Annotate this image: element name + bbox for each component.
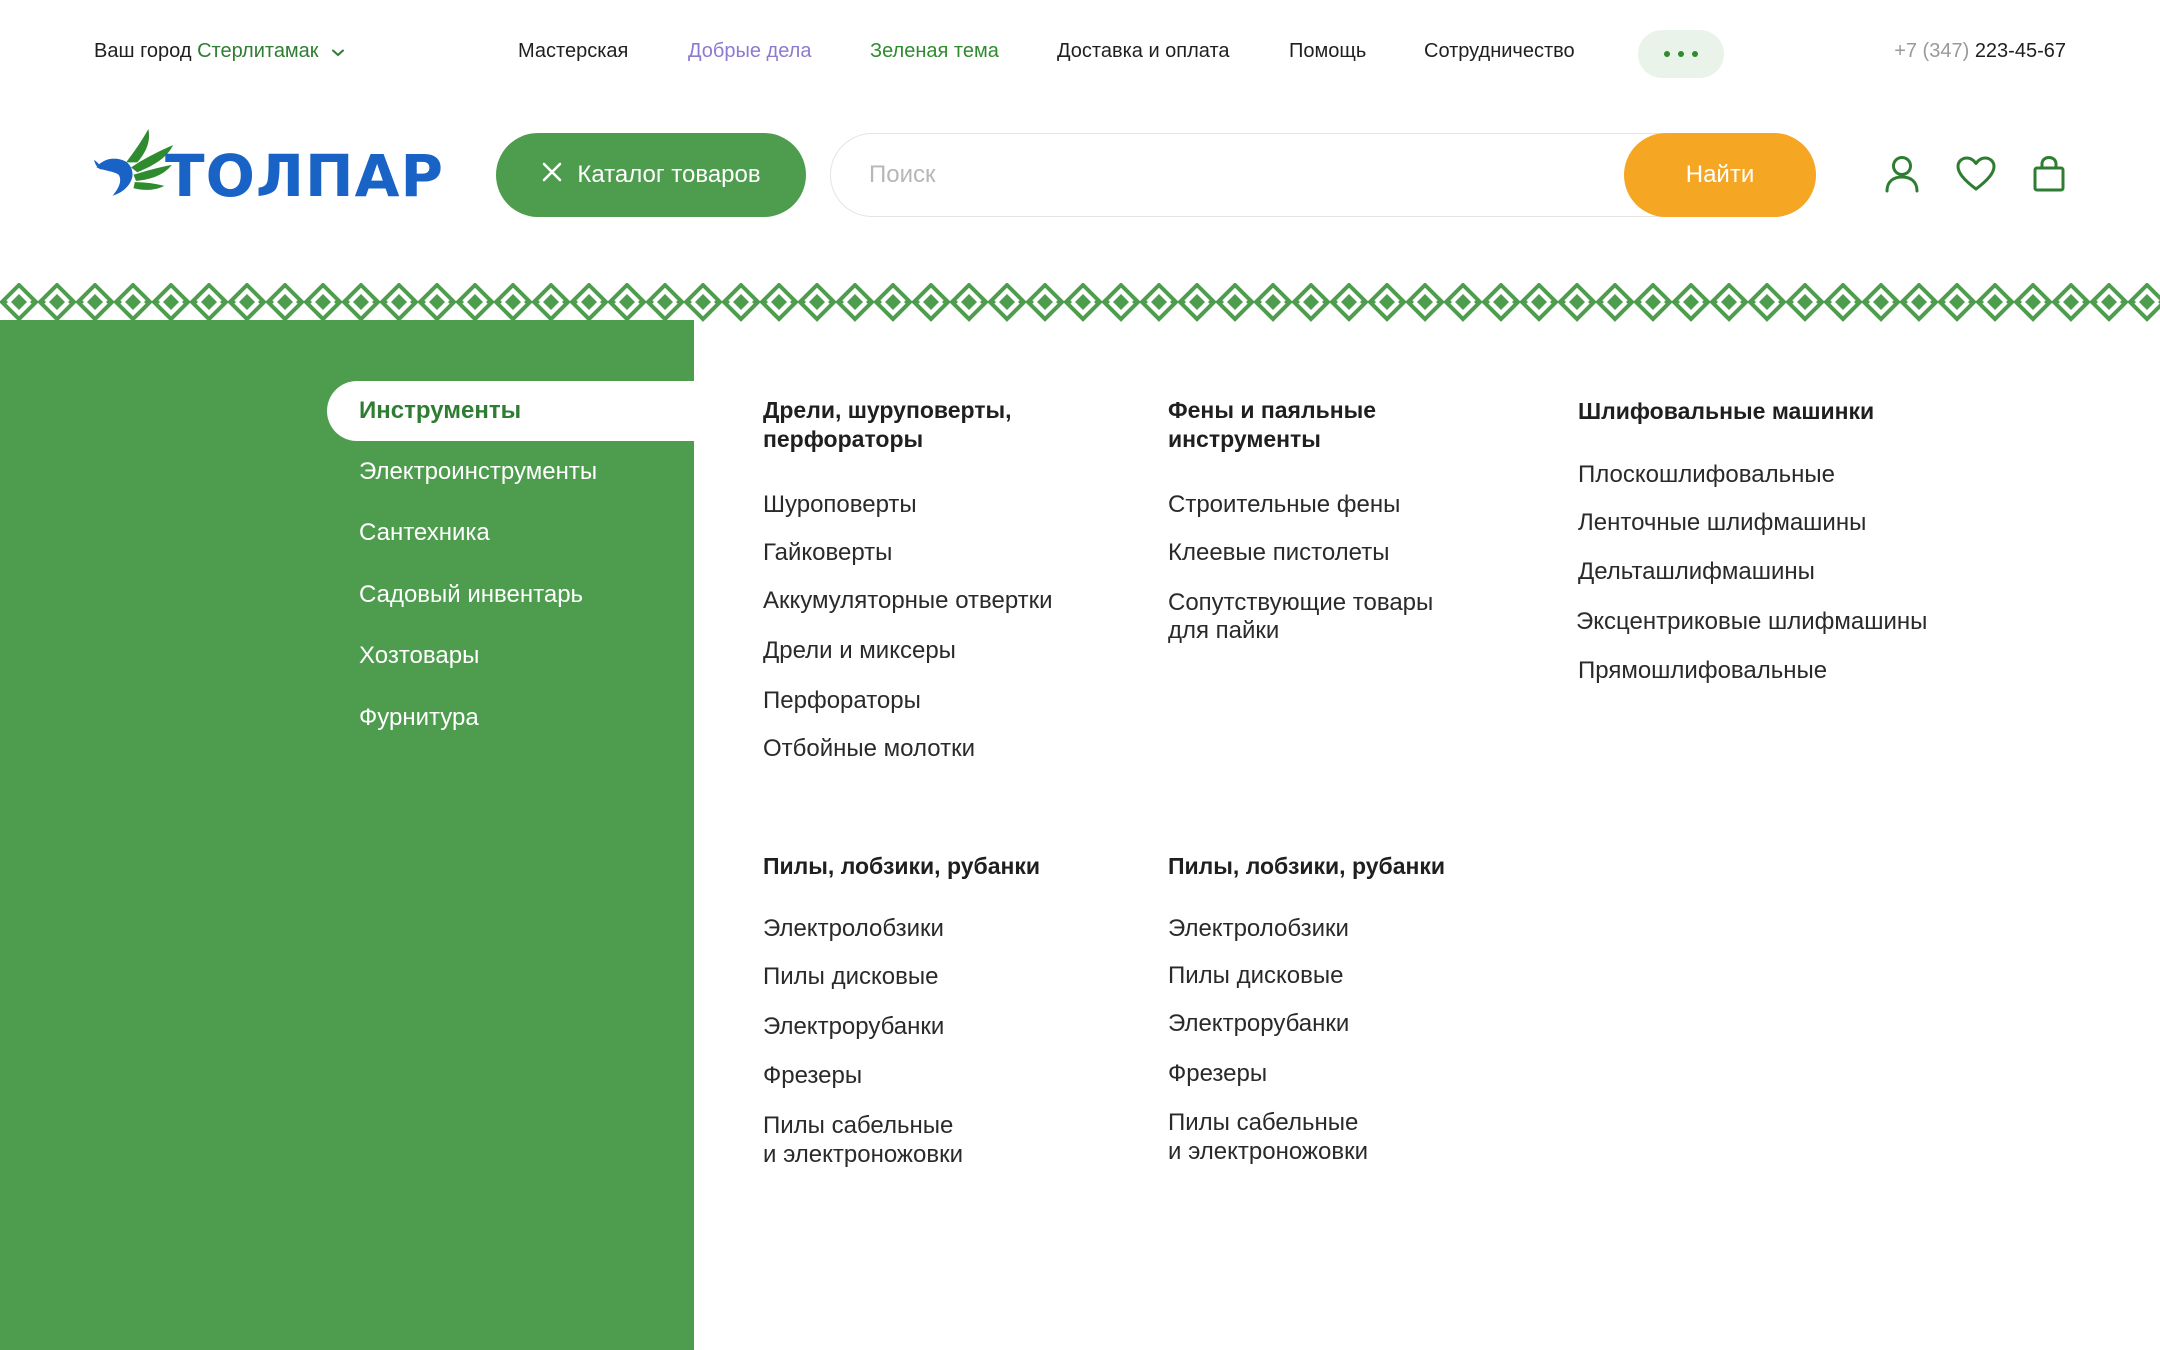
group-heading[interactable]: Пилы, лобзики, рубанки (1168, 852, 1445, 881)
user-icon[interactable] (1882, 153, 1922, 195)
menu-link[interactable]: Пилы дисковые (763, 962, 938, 991)
nav-link-delivery[interactable]: Доставка и оплата (1057, 40, 1230, 63)
sidebar-item-power-tools[interactable]: Электроинструменты (327, 442, 694, 502)
menu-link[interactable]: Электрорубанки (1168, 1009, 1349, 1038)
heart-icon[interactable] (1956, 153, 1996, 195)
dot (1692, 51, 1698, 57)
menu-link[interactable]: Сопутствующие товары (1168, 588, 1433, 617)
logo-text: ТОЛПАР (165, 142, 444, 210)
city-prefix: Ваш город (94, 40, 192, 62)
group-heading[interactable]: инструменты (1168, 425, 1376, 454)
search-box: Найти (830, 133, 1816, 217)
group-heading[interactable]: Шлифовальные машинки (1578, 397, 1874, 426)
group-heading[interactable]: Пилы, лобзики, рубанки (763, 852, 1040, 881)
city-selector[interactable]: Ваш город Стерлитамак (94, 40, 345, 63)
menu-link[interactable]: для пайки (1168, 616, 1279, 645)
menu-link[interactable]: Отбойные молотки (763, 734, 975, 763)
group-heading[interactable]: Фены и паяльные (1168, 396, 1376, 425)
menu-group-drills: Дрели, шуруповерты, перфораторы (763, 396, 1012, 454)
group-heading[interactable]: перфораторы (763, 425, 1012, 454)
menu-group-heat-guns: Фены и паяльные инструменты (1168, 396, 1376, 454)
menu-link[interactable]: Дрели и миксеры (763, 636, 956, 665)
menu-link[interactable]: и электроножовки (763, 1140, 963, 1169)
phone-number[interactable]: +7 (347) 223-45-67 (1894, 40, 2066, 63)
menu-link[interactable]: Дельташлифмашины (1578, 557, 1815, 586)
dot (1678, 51, 1684, 57)
pegasus-logo-icon (94, 129, 174, 196)
menu-link[interactable]: Электрорубанки (763, 1012, 944, 1041)
nav-link-cooperation[interactable]: Сотрудничество (1424, 40, 1575, 63)
catalog-button-label: Каталог товаров (577, 161, 761, 188)
close-icon (541, 161, 563, 190)
search-input[interactable] (869, 134, 1609, 216)
phone-code: +7 (347) (1894, 40, 1970, 62)
dot (1664, 51, 1670, 57)
more-dots-icon[interactable] (1638, 30, 1724, 78)
group-heading[interactable]: Дрели, шуруповерты, (763, 396, 1012, 425)
nav-link-green-theme[interactable]: Зеленая тема (870, 40, 999, 63)
search-button[interactable]: Найти (1624, 133, 1816, 217)
menu-group-sanders: Шлифовальные машинки (1578, 397, 1874, 426)
catalog-button[interactable]: Каталог товаров (496, 133, 806, 217)
city-name[interactable]: Стерлитамак (197, 40, 318, 62)
nav-link-workshop[interactable]: Мастерская (518, 40, 628, 63)
menu-link[interactable]: Пилы дисковые (1168, 961, 1343, 990)
menu-link[interactable]: Электролобзики (763, 914, 944, 943)
logo[interactable]: ТОЛПАР (94, 104, 444, 222)
menu-link[interactable]: Строительные фены (1168, 490, 1400, 519)
nav-link-help[interactable]: Помощь (1289, 40, 1366, 63)
sidebar-item-plumbing[interactable]: Сантехника (327, 503, 694, 563)
top-bar: Ваш город Стерлитамак Мастерская Добрые … (0, 0, 2160, 106)
sidebar-item-garden[interactable]: Садовый инвентарь (327, 565, 694, 625)
menu-link[interactable]: Фрезеры (1168, 1059, 1267, 1088)
menu-link[interactable]: Шуроповерты (763, 490, 917, 519)
sidebar-item-hardware[interactable]: Фурнитура (327, 688, 694, 748)
menu-link[interactable]: Клеевые пистолеты (1168, 538, 1389, 567)
menu-link[interactable]: Прямошлифовальные (1578, 656, 1827, 685)
bag-icon[interactable] (2029, 153, 2069, 195)
menu-link[interactable]: Перфораторы (763, 686, 921, 715)
ornament-border (0, 283, 2160, 323)
phone-digits: 223-45-67 (1974, 40, 2066, 62)
menu-link[interactable]: Пилы сабельные (1168, 1108, 1358, 1137)
menu-link[interactable]: Фрезеры (763, 1061, 862, 1090)
menu-link[interactable]: Аккумуляторные отвертки (763, 586, 1053, 615)
menu-link[interactable]: Гайковерты (763, 538, 892, 567)
menu-link[interactable]: Эксцентриковые шлифмашины (1576, 607, 1927, 636)
sidebar-item-tools[interactable]: Инструменты (327, 381, 694, 441)
sidebar-item-household[interactable]: Хозтовары (327, 626, 694, 686)
chevron-down-icon[interactable] (332, 40, 345, 63)
menu-group-saws: Пилы, лобзики, рубанки (763, 852, 1040, 881)
menu-link[interactable]: Пилы сабельные (763, 1111, 953, 1140)
nav-link-good-deeds[interactable]: Добрые дела (688, 40, 811, 63)
menu-link[interactable]: Плоскошлифовальные (1578, 460, 1835, 489)
menu-link[interactable]: Электролобзики (1168, 914, 1349, 943)
menu-link[interactable]: и электроножовки (1168, 1137, 1368, 1166)
menu-link[interactable]: Ленточные шлифмашины (1578, 508, 1866, 537)
menu-group-saws-2: Пилы, лобзики, рубанки (1168, 852, 1445, 881)
